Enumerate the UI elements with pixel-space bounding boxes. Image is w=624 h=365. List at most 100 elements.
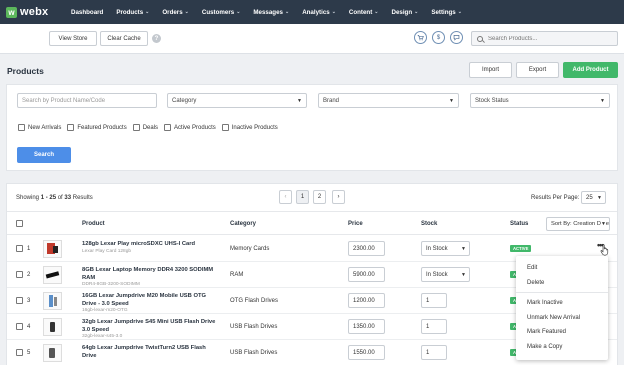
logo[interactable]: w webx — [6, 6, 58, 18]
checkbox[interactable] — [18, 124, 25, 131]
price-input[interactable]: 1550.00 — [348, 345, 385, 360]
select-value: Brand — [323, 97, 340, 104]
nav-analytics[interactable]: Analytics ⌄ — [302, 9, 336, 16]
top-navbar: w webx Dashboard Products ⌄ Orders ⌄ Custo… — [0, 0, 624, 24]
nav-customers[interactable]: Customers ⌄ — [202, 9, 241, 16]
product-name[interactable]: 32gb Lexar Jumpdrive S45 Mini USB Flash … — [82, 319, 217, 340]
stock-quantity-input[interactable]: 1 — [421, 345, 447, 360]
stock-select[interactable]: In Stock ▼ — [421, 241, 470, 256]
nav-settings[interactable]: Settings ⌄ — [431, 9, 462, 16]
deals-checkbox[interactable]: Deals — [132, 124, 158, 131]
row-number: 5 — [27, 350, 31, 356]
nav-label: Products — [116, 8, 144, 16]
product-thumbnail[interactable] — [43, 292, 62, 310]
brand-select[interactable]: Brand ▼ — [318, 93, 459, 108]
clear-cache-button[interactable]: Clear Cache — [100, 31, 148, 46]
page-2-button[interactable]: 2 — [313, 190, 326, 204]
select-value: 25 — [586, 194, 593, 201]
results-per-page-label: Results Per Page: — [531, 195, 580, 201]
dollar-icon[interactable]: $ — [432, 31, 445, 44]
add-product-button[interactable]: Add Product — [563, 62, 618, 78]
new-arrivals-checkbox[interactable]: New Arrivals — [18, 124, 61, 131]
col-status: Status — [510, 221, 529, 227]
stock-status-select[interactable]: Stock Status ▼ — [470, 93, 610, 108]
row-number: 1 — [27, 246, 31, 252]
product-search-input[interactable] — [488, 35, 608, 42]
nav-label: Messages — [253, 8, 283, 16]
chevron-down-icon: ▼ — [600, 97, 605, 104]
view-store-button[interactable]: View Store — [49, 31, 97, 46]
product-name[interactable]: 8GB Lexar Laptop Memory DDR4 3200 SODIMM… — [82, 267, 217, 288]
menu-item-make-copy[interactable]: Make a Copy — [527, 344, 562, 350]
row-checkbox[interactable] — [16, 271, 23, 278]
sort-by-select[interactable]: Sort By: Creation Date ▼ — [546, 217, 610, 231]
inactive-products-checkbox[interactable]: Inactive Products — [221, 124, 278, 131]
page-1-button[interactable]: 1 — [296, 190, 309, 204]
product-name-text: 64gb Lexar Jumpdrive TwistTurn2 USB Flas… — [82, 345, 206, 359]
nav-orders[interactable]: Orders ⌄ — [162, 9, 189, 16]
stock-select[interactable]: In Stock ▼ — [421, 267, 470, 282]
product-thumbnail[interactable] — [43, 318, 62, 336]
results-count: Showing 1 - 25 of 33 Results — [16, 195, 93, 201]
help-icon[interactable]: ? — [152, 34, 161, 43]
product-name-search-input[interactable]: Search by Product Name/Code — [17, 93, 157, 108]
col-product: Product — [82, 221, 105, 227]
nav-design[interactable]: Design ⌄ — [391, 9, 418, 16]
row-checkbox[interactable] — [16, 245, 23, 252]
product-name-text: 16GB Lexar Jumpdrive M20 Mobile USB OTG … — [82, 293, 207, 307]
chevron-down-icon: ⌄ — [331, 9, 336, 15]
product-name[interactable]: 16GB Lexar Jumpdrive M20 Mobile USB OTG … — [82, 293, 217, 314]
chevron-left-icon: ‹ — [284, 194, 287, 200]
price-input[interactable]: 5900.00 — [348, 267, 385, 282]
nav-products[interactable]: Products ⌄ — [116, 9, 149, 16]
product-category: Memory Cards — [230, 246, 270, 252]
cart-icon[interactable] — [414, 31, 427, 44]
product-name[interactable]: 64gb Lexar Jumpdrive TwistTurn2 USB Flas… — [82, 345, 217, 360]
product-thumbnail[interactable] — [43, 344, 62, 362]
menu-item-mark-inactive[interactable]: Mark Inactive — [527, 300, 563, 306]
select-value: Stock Status — [475, 97, 509, 104]
price-input[interactable]: 1200.00 — [348, 293, 385, 308]
menu-item-edit[interactable]: Edit — [527, 265, 537, 271]
stock-quantity-input[interactable]: 1 — [421, 293, 447, 308]
results-per-page-select[interactable]: 25 ▼ — [581, 191, 606, 204]
category-select[interactable]: Category ▼ — [167, 93, 307, 108]
nav-dashboard[interactable]: Dashboard — [71, 9, 103, 16]
chat-icon[interactable] — [450, 31, 463, 44]
logo-mark-icon: w — [6, 6, 17, 18]
active-products-checkbox[interactable]: Active Products — [164, 124, 216, 131]
price-input[interactable]: 2300.00 — [348, 241, 385, 256]
chevron-down-icon: ⌄ — [184, 9, 189, 15]
menu-item-delete[interactable]: Delete — [527, 280, 544, 286]
export-button[interactable]: Export — [516, 62, 559, 78]
logo-text: webx — [20, 6, 49, 18]
checkbox[interactable] — [164, 124, 172, 131]
product-category: RAM — [230, 272, 244, 278]
search-button[interactable]: Search — [17, 147, 71, 163]
next-page-button[interactable]: › — [332, 190, 345, 204]
product-thumbnail[interactable] — [43, 266, 62, 284]
product-name[interactable]: 128gb Lexar Play microSDXC UHS-I Card Lex… — [82, 241, 217, 255]
checkbox-label: Inactive Products — [231, 124, 278, 131]
product-sku: Lexar Play Card 128gb — [82, 248, 132, 254]
nav-content[interactable]: Content ⌄ — [349, 9, 379, 16]
price-input[interactable]: 1350.00 — [348, 319, 385, 334]
row-checkbox[interactable] — [16, 297, 23, 304]
import-button[interactable]: Import — [469, 62, 512, 78]
nav-messages[interactable]: Messages ⌄ — [253, 9, 289, 16]
checkbox[interactable] — [132, 124, 140, 131]
checkbox[interactable] — [67, 124, 75, 131]
select-all-checkbox[interactable] — [16, 220, 23, 227]
menu-item-unmark-new-arrival[interactable]: Unmark New Arrival — [527, 315, 580, 321]
chevron-down-icon: ⌄ — [236, 9, 241, 15]
row-checkbox[interactable] — [16, 349, 23, 356]
featured-products-checkbox[interactable]: Featured Products — [67, 124, 127, 131]
prev-page-button[interactable]: ‹ — [279, 190, 292, 204]
menu-item-mark-featured[interactable]: Mark Featured — [527, 329, 566, 335]
stock-quantity-input[interactable]: 1 — [421, 319, 447, 334]
product-search-box[interactable] — [471, 31, 618, 46]
row-number: 2 — [27, 272, 31, 278]
checkbox[interactable] — [221, 124, 229, 131]
row-checkbox[interactable] — [16, 323, 23, 330]
product-thumbnail[interactable] — [43, 240, 62, 258]
